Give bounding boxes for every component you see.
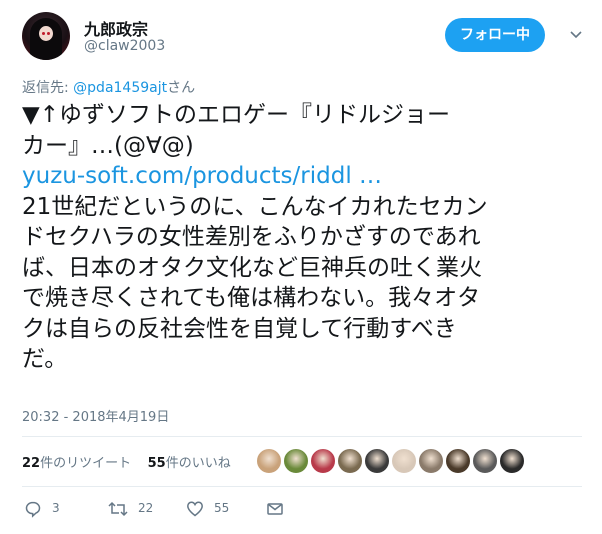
liker-avatar[interactable] [445, 448, 471, 474]
tweet-timestamp[interactable]: 20:32 - 2018年4月19日 [22, 406, 169, 425]
envelope-icon [267, 502, 283, 515]
retweets-stat[interactable]: 22件のリツイート [22, 456, 131, 471]
liker-avatar[interactable] [310, 448, 336, 474]
liker-avatar[interactable] [283, 448, 309, 474]
reply-action[interactable]: 3 [24, 496, 60, 520]
tweet-actions: 3 22 55 [22, 496, 322, 520]
heart-icon [187, 501, 203, 516]
retweet-action[interactable]: 22 [108, 496, 153, 520]
like-action[interactable]: 55 [186, 496, 229, 520]
likes-stat[interactable]: 55件のいいね [148, 456, 231, 471]
tweet-header: 九郎政宗 @claw2003 フォロー中 [22, 12, 582, 62]
divider [22, 486, 582, 487]
liker-avatar[interactable] [256, 448, 282, 474]
liker-avatar[interactable] [418, 448, 444, 474]
reply-context: 返信先: @pda1459ajtさん [22, 80, 196, 96]
retweet-icon [108, 501, 128, 516]
chevron-down-icon[interactable] [568, 26, 584, 42]
tweet-text: ▼↑ゆずソフトのエロゲー『リドルジョー カー』…(@∀@) yuzu-soft.… [22, 100, 582, 375]
liker-avatar[interactable] [499, 448, 525, 474]
liker-avatar[interactable] [364, 448, 390, 474]
tweet-stats: 22件のリツイート 55件のいいね [22, 452, 231, 471]
liker-avatar[interactable] [337, 448, 363, 474]
following-button[interactable]: フォロー中 [445, 18, 545, 52]
divider [22, 436, 582, 437]
liker-avatar[interactable] [472, 448, 498, 474]
message-action[interactable] [266, 496, 284, 520]
avatar[interactable] [22, 12, 70, 60]
tweet-link[interactable]: yuzu-soft.com/products/riddl … [22, 161, 582, 192]
user-handle[interactable]: @claw2003 [84, 38, 165, 54]
liker-avatar[interactable] [391, 448, 417, 474]
reply-icon [25, 501, 41, 518]
reply-mention-link[interactable]: @pda1459ajt [73, 80, 167, 96]
display-name[interactable]: 九郎政宗 [84, 16, 148, 40]
